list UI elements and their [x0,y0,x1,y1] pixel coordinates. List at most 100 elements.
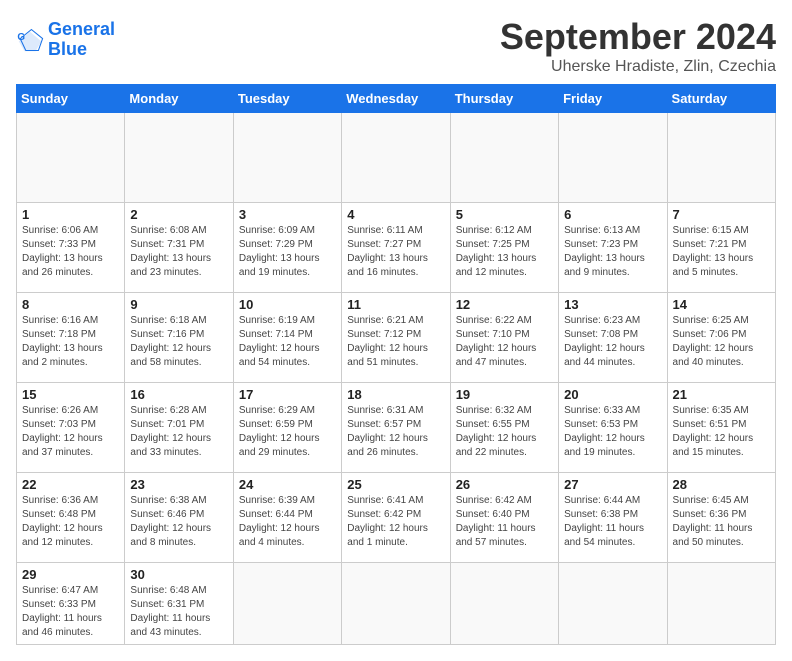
day-number: 22 [22,477,119,492]
calendar-day: 6 Sunrise: 6:13 AM Sunset: 7:23 PM Dayli… [559,203,667,293]
empty-cell [450,563,558,645]
weekday-header: Thursday [450,85,558,113]
calendar-day: 11 Sunrise: 6:21 AM Sunset: 7:12 PM Dayl… [342,293,450,383]
empty-cell [667,113,775,203]
day-number: 1 [22,207,119,222]
day-info: Sunrise: 6:12 AM Sunset: 7:25 PM Dayligh… [456,224,553,280]
day-info: Sunrise: 6:36 AM Sunset: 6:48 PM Dayligh… [22,494,119,550]
day-info: Sunrise: 6:42 AM Sunset: 6:40 PM Dayligh… [456,494,553,550]
empty-cell [559,113,667,203]
calendar-day: 2 Sunrise: 6:08 AM Sunset: 7:31 PM Dayli… [125,203,233,293]
day-number: 13 [564,297,661,312]
day-number: 27 [564,477,661,492]
day-info: Sunrise: 6:26 AM Sunset: 7:03 PM Dayligh… [22,404,119,460]
day-number: 18 [347,387,444,402]
weekday-header: Monday [125,85,233,113]
day-info: Sunrise: 6:21 AM Sunset: 7:12 PM Dayligh… [347,314,444,370]
day-info: Sunrise: 6:09 AM Sunset: 7:29 PM Dayligh… [239,224,336,280]
day-number: 2 [130,207,227,222]
day-info: Sunrise: 6:45 AM Sunset: 6:36 PM Dayligh… [673,494,770,550]
day-info: Sunrise: 6:15 AM Sunset: 7:21 PM Dayligh… [673,224,770,280]
calendar-day: 14 Sunrise: 6:25 AM Sunset: 7:06 PM Dayl… [667,293,775,383]
logo-text: GeneralBlue [48,20,115,60]
calendar-day: 29 Sunrise: 6:47 AM Sunset: 6:33 PM Dayl… [17,563,125,645]
day-number: 14 [673,297,770,312]
calendar-day: 3 Sunrise: 6:09 AM Sunset: 7:29 PM Dayli… [233,203,341,293]
day-info: Sunrise: 6:06 AM Sunset: 7:33 PM Dayligh… [22,224,119,280]
calendar-day: 26 Sunrise: 6:42 AM Sunset: 6:40 PM Dayl… [450,473,558,563]
weekday-header: Saturday [667,85,775,113]
empty-cell [233,113,341,203]
day-info: Sunrise: 6:25 AM Sunset: 7:06 PM Dayligh… [673,314,770,370]
calendar-day: 18 Sunrise: 6:31 AM Sunset: 6:57 PM Dayl… [342,383,450,473]
day-number: 5 [456,207,553,222]
calendar-day: 23 Sunrise: 6:38 AM Sunset: 6:46 PM Dayl… [125,473,233,563]
empty-cell [450,113,558,203]
day-number: 12 [456,297,553,312]
calendar-day: 20 Sunrise: 6:33 AM Sunset: 6:53 PM Dayl… [559,383,667,473]
day-number: 29 [22,567,119,582]
day-number: 20 [564,387,661,402]
calendar-day: 27 Sunrise: 6:44 AM Sunset: 6:38 PM Dayl… [559,473,667,563]
calendar-day: 22 Sunrise: 6:36 AM Sunset: 6:48 PM Dayl… [17,473,125,563]
calendar-day: 8 Sunrise: 6:16 AM Sunset: 7:18 PM Dayli… [17,293,125,383]
day-number: 19 [456,387,553,402]
empty-cell [233,563,341,645]
calendar-day: 13 Sunrise: 6:23 AM Sunset: 7:08 PM Dayl… [559,293,667,383]
calendar-day: 17 Sunrise: 6:29 AM Sunset: 6:59 PM Dayl… [233,383,341,473]
day-info: Sunrise: 6:44 AM Sunset: 6:38 PM Dayligh… [564,494,661,550]
day-info: Sunrise: 6:38 AM Sunset: 6:46 PM Dayligh… [130,494,227,550]
day-number: 10 [239,297,336,312]
day-info: Sunrise: 6:47 AM Sunset: 6:33 PM Dayligh… [22,584,119,640]
empty-cell [17,113,125,203]
day-info: Sunrise: 6:23 AM Sunset: 7:08 PM Dayligh… [564,314,661,370]
calendar-day: 12 Sunrise: 6:22 AM Sunset: 7:10 PM Dayl… [450,293,558,383]
calendar-day: 21 Sunrise: 6:35 AM Sunset: 6:51 PM Dayl… [667,383,775,473]
calendar-day: 4 Sunrise: 6:11 AM Sunset: 7:27 PM Dayli… [342,203,450,293]
day-number: 28 [673,477,770,492]
day-number: 3 [239,207,336,222]
day-info: Sunrise: 6:32 AM Sunset: 6:55 PM Dayligh… [456,404,553,460]
calendar-day: 15 Sunrise: 6:26 AM Sunset: 7:03 PM Dayl… [17,383,125,473]
empty-cell [125,113,233,203]
day-info: Sunrise: 6:39 AM Sunset: 6:44 PM Dayligh… [239,494,336,550]
day-info: Sunrise: 6:31 AM Sunset: 6:57 PM Dayligh… [347,404,444,460]
day-info: Sunrise: 6:48 AM Sunset: 6:31 PM Dayligh… [130,584,227,640]
day-number: 23 [130,477,227,492]
day-info: Sunrise: 6:11 AM Sunset: 7:27 PM Dayligh… [347,224,444,280]
day-number: 8 [22,297,119,312]
day-info: Sunrise: 6:33 AM Sunset: 6:53 PM Dayligh… [564,404,661,460]
day-number: 7 [673,207,770,222]
day-number: 15 [22,387,119,402]
day-number: 6 [564,207,661,222]
empty-cell [667,563,775,645]
day-number: 21 [673,387,770,402]
day-info: Sunrise: 6:28 AM Sunset: 7:01 PM Dayligh… [130,404,227,460]
day-info: Sunrise: 6:41 AM Sunset: 6:42 PM Dayligh… [347,494,444,550]
day-number: 16 [130,387,227,402]
empty-cell [342,113,450,203]
day-info: Sunrise: 6:13 AM Sunset: 7:23 PM Dayligh… [564,224,661,280]
day-number: 25 [347,477,444,492]
calendar-day: 5 Sunrise: 6:12 AM Sunset: 7:25 PM Dayli… [450,203,558,293]
calendar-day: 28 Sunrise: 6:45 AM Sunset: 6:36 PM Dayl… [667,473,775,563]
day-info: Sunrise: 6:29 AM Sunset: 6:59 PM Dayligh… [239,404,336,460]
calendar-day: 30 Sunrise: 6:48 AM Sunset: 6:31 PM Dayl… [125,563,233,645]
calendar-day: 1 Sunrise: 6:06 AM Sunset: 7:33 PM Dayli… [17,203,125,293]
logo-icon: G [16,26,44,54]
calendar-day: 24 Sunrise: 6:39 AM Sunset: 6:44 PM Dayl… [233,473,341,563]
calendar-day: 19 Sunrise: 6:32 AM Sunset: 6:55 PM Dayl… [450,383,558,473]
month-title: September 2024 [500,16,776,58]
day-info: Sunrise: 6:19 AM Sunset: 7:14 PM Dayligh… [239,314,336,370]
calendar: SundayMondayTuesdayWednesdayThursdayFrid… [16,84,776,645]
location: Uherske Hradiste, Zlin, Czechia [500,58,776,76]
day-number: 11 [347,297,444,312]
calendar-day: 10 Sunrise: 6:19 AM Sunset: 7:14 PM Dayl… [233,293,341,383]
weekday-header: Wednesday [342,85,450,113]
calendar-day: 7 Sunrise: 6:15 AM Sunset: 7:21 PM Dayli… [667,203,775,293]
empty-cell [559,563,667,645]
empty-cell [342,563,450,645]
day-number: 24 [239,477,336,492]
day-info: Sunrise: 6:18 AM Sunset: 7:16 PM Dayligh… [130,314,227,370]
weekday-header: Friday [559,85,667,113]
